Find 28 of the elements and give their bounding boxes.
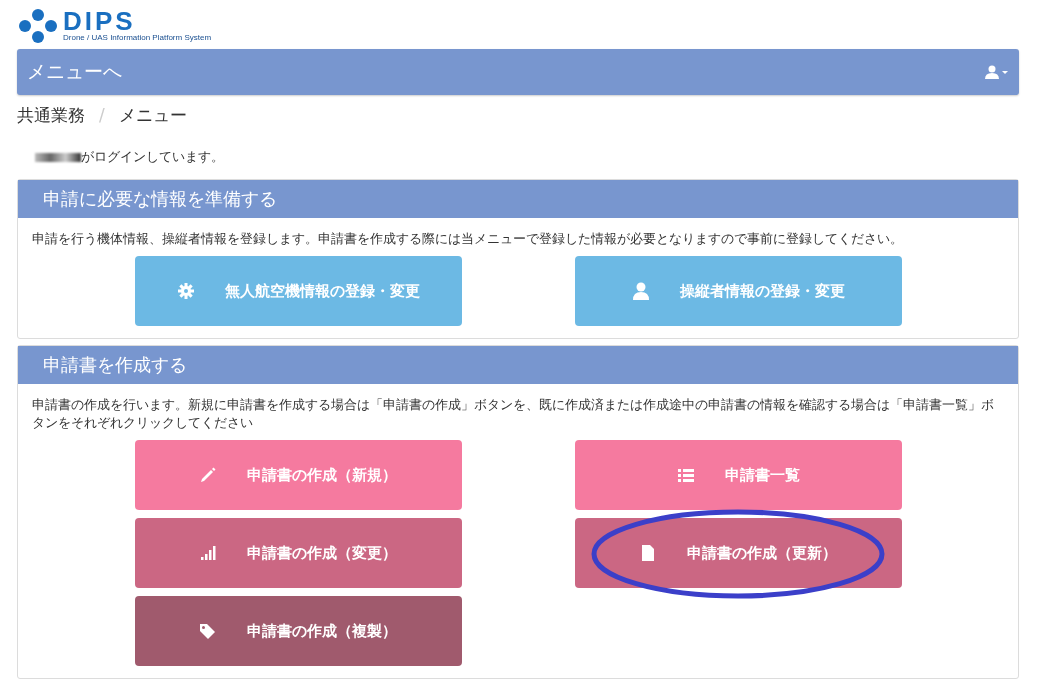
user-icon bbox=[631, 282, 650, 300]
menu-button[interactable]: 申請書の作成（新規） bbox=[134, 440, 462, 510]
panel-description: 申請書の作成を行います。新規に申請書を作成する場合は「申請書の作成」ボタンを、既に作成済または作成途中の申請書の情報を確認する場合は「申請書一覧」ボタンをそれぞれクリックしてください bbox=[32, 396, 995, 432]
menu-button[interactable]: 操縦者情報の登録・変更 bbox=[574, 256, 902, 326]
menu-link[interactable]: メニューへ bbox=[27, 59, 122, 85]
logo-tagline: Drone / UAS Information Platform System bbox=[63, 33, 212, 42]
logo-wordmark: DIPS bbox=[63, 7, 136, 34]
panel-title: 申請書を作成する bbox=[43, 353, 187, 377]
breadcrumb-item[interactable]: 共通業務 bbox=[17, 103, 85, 127]
pencil-icon bbox=[199, 466, 217, 484]
user-dropdown-icon[interactable] bbox=[985, 65, 1009, 79]
gear-icon bbox=[176, 282, 195, 300]
panel-title: 申請に必要な情報を準備する bbox=[43, 187, 277, 211]
panel-description: 申請を行う機体情報、操縦者情報を登録します。申請書を作成する際には当メニューで登録した情報が必要となりますので事前に登録してください。 bbox=[32, 230, 904, 248]
list-icon bbox=[676, 466, 695, 484]
tags-icon bbox=[199, 622, 217, 640]
file-icon bbox=[639, 544, 657, 562]
login-message: がログインしています。 bbox=[81, 148, 224, 166]
blurred-username bbox=[35, 152, 81, 162]
menu-button[interactable]: 無人航空機情報の登録・変更 bbox=[134, 256, 462, 326]
logo-icon bbox=[17, 7, 59, 44]
breadcrumb-separator: / bbox=[99, 105, 105, 125]
menu-button[interactable]: 申請書の作成（更新） bbox=[574, 518, 902, 588]
menu-button[interactable]: 申請書の作成（変更） bbox=[134, 518, 462, 588]
menu-button[interactable]: 申請書一覧 bbox=[574, 440, 902, 510]
breadcrumb-item[interactable]: メニュー bbox=[118, 103, 187, 127]
signal-icon bbox=[199, 544, 217, 562]
menu-button[interactable]: 申請書の作成（複製） bbox=[134, 596, 462, 666]
